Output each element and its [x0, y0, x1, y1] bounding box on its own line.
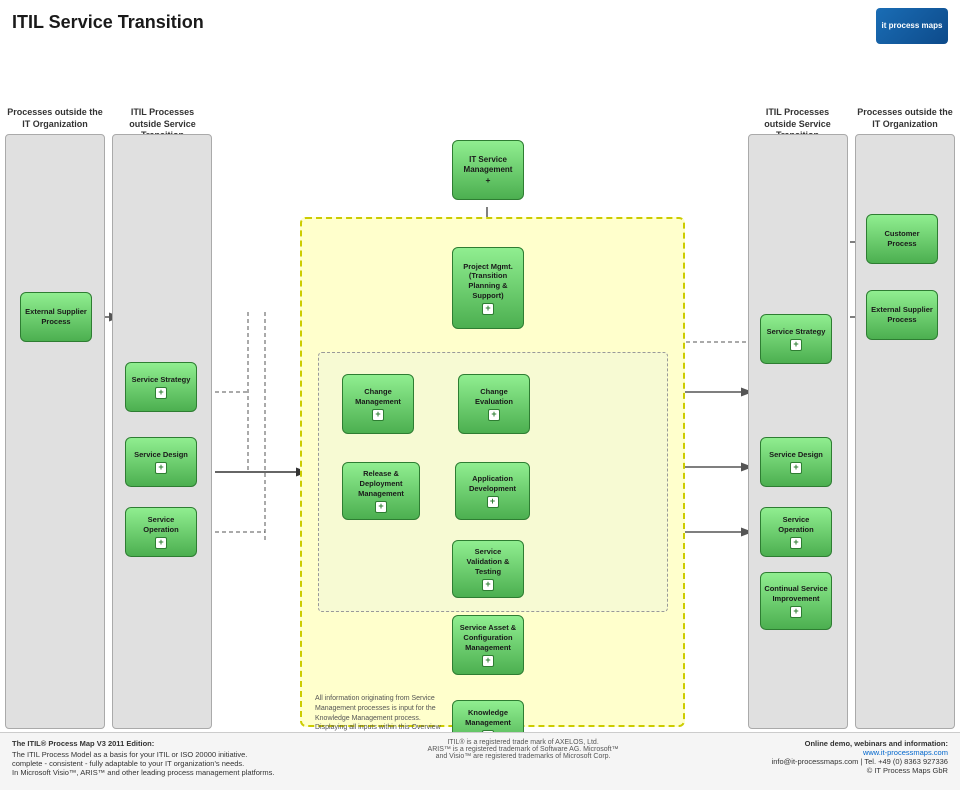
app-dev-plus[interactable]: + [487, 496, 499, 508]
company-logo: it process maps [876, 8, 948, 44]
svc-asset-plus[interactable]: + [482, 655, 494, 667]
external-supplier-right-box[interactable]: External Supplier Process [866, 290, 938, 340]
swimlane-left-outer [5, 134, 105, 729]
footer-right-url: www.it-processmaps.com [772, 748, 948, 757]
external-supplier-left-box[interactable]: External Supplier Process [20, 292, 92, 342]
itsm-plus[interactable]: + [486, 175, 491, 185]
footer-left-title: The ITIL® Process Map V3 2011 Edition: [12, 739, 275, 748]
service-strategy-right-plus[interactable]: + [790, 339, 802, 351]
app-dev-box[interactable]: Application Development + [455, 462, 530, 520]
release-deploy-box[interactable]: Release & Deployment Management + [342, 462, 420, 520]
page-header: ITIL Service Transition it process maps [0, 0, 960, 48]
service-operation-right-box[interactable]: Service Operation + [760, 507, 832, 557]
service-strategy-left-box[interactable]: Service Strategy + [125, 362, 197, 412]
footer-left-text: The ITIL Process Model as a basis for yo… [12, 750, 275, 777]
customer-process-box[interactable]: Customer Process [866, 214, 938, 264]
change-eval-box[interactable]: Change Evaluation + [458, 374, 530, 434]
footer-left: The ITIL® Process Map V3 2011 Edition: T… [12, 739, 275, 784]
change-mgmt-plus[interactable]: + [372, 409, 384, 421]
swimlane-left-inner [112, 134, 212, 729]
svc-validation-box[interactable]: Service Validation & Testing + [452, 540, 524, 598]
release-deploy-plus[interactable]: + [375, 501, 387, 513]
page-title: ITIL Service Transition [12, 12, 204, 33]
svc-asset-box[interactable]: Service Asset & Configuration Management… [452, 615, 524, 675]
col-header-left-outer: Processes outside the IT Organization [5, 107, 105, 130]
service-strategy-right-box[interactable]: Service Strategy + [760, 314, 832, 364]
change-eval-plus[interactable]: + [488, 409, 500, 421]
change-mgmt-box[interactable]: Change Management + [342, 374, 414, 434]
footer-right-contact: info@it-processmaps.com | Tel. +49 (0) 8… [772, 757, 948, 766]
project-mgmt-plus[interactable]: + [482, 303, 494, 315]
service-design-right-box[interactable]: Service Design + [760, 437, 832, 487]
swimlane-right-inner [748, 134, 848, 729]
continual-improvement-plus[interactable]: + [790, 606, 802, 618]
svc-validation-plus[interactable]: + [482, 579, 494, 591]
footer: The ITIL® Process Map V3 2011 Edition: T… [0, 732, 960, 790]
footer-center: ITIL® is a registered trade mark of AXEL… [428, 739, 619, 784]
footer-center-text: ITIL® is a registered trade mark of AXEL… [428, 739, 619, 760]
service-design-left-box[interactable]: Service Design + [125, 437, 197, 487]
footer-right-copy: © IT Process Maps GbR [772, 766, 948, 775]
footer-right-title: Online demo, webinars and information: [772, 739, 948, 748]
col-header-right-outer: Processes outside the IT Organization [855, 107, 955, 130]
service-operation-left-box[interactable]: Service Operation + [125, 507, 197, 557]
service-strategy-left-plus[interactable]: + [155, 387, 167, 399]
itsm-box[interactable]: IT Service Management + [452, 140, 524, 200]
continual-improvement-box[interactable]: Continual Service Improvement + [760, 572, 832, 630]
service-operation-right-plus[interactable]: + [790, 537, 802, 549]
project-mgmt-box[interactable]: Project Mgmt. (Transition Planning & Sup… [452, 247, 524, 329]
diagram-area: Processes outside the IT Organization IT… [0, 52, 960, 752]
service-design-right-plus[interactable]: + [790, 462, 802, 474]
footer-right: Online demo, webinars and information: w… [772, 739, 948, 784]
service-operation-left-plus[interactable]: + [155, 537, 167, 549]
service-design-left-plus[interactable]: + [155, 462, 167, 474]
